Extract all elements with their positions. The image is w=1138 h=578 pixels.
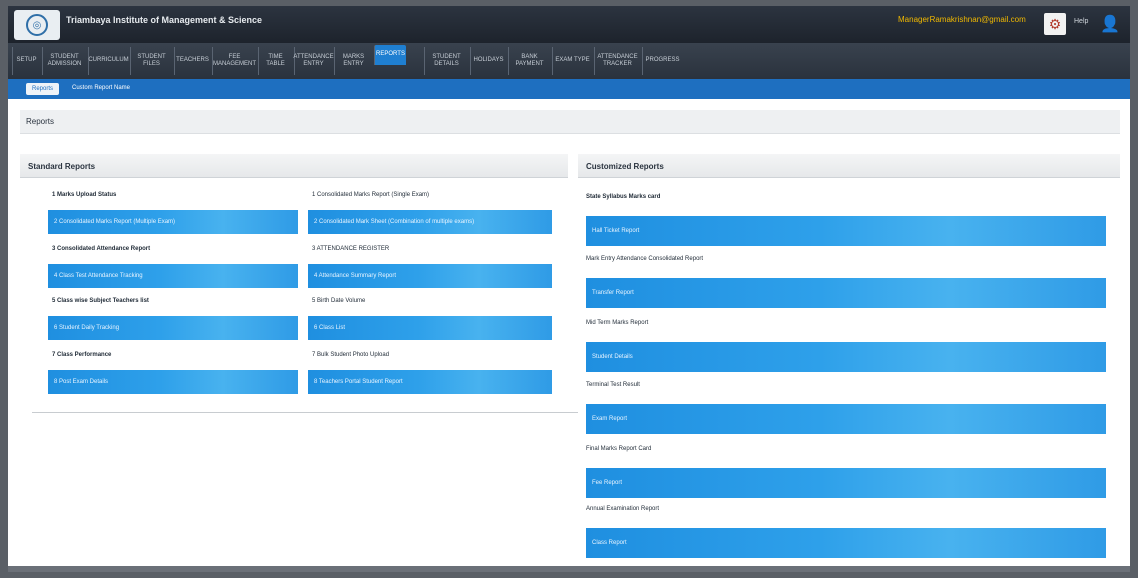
customized-report-button[interactable]: Transfer Report [586,278,1106,308]
sub-nav: Reports Custom Report Name [8,79,1130,99]
nav-tab-bank-payment[interactable]: BANK PAYMENT [508,47,550,75]
standard-report-label[interactable]: 3 Consolidated Attendance Report [52,246,150,252]
page-header: Reports [20,110,1120,134]
customized-report-button[interactable]: Student Details [586,342,1106,372]
nav-tab-progress[interactable]: PROGRESS [642,47,682,75]
customized-report-label[interactable]: Terminal Test Result [586,382,640,388]
standard-reports-header: Standard Reports [20,154,568,178]
customized-report-button[interactable]: Fee Report [586,468,1106,498]
standard-reports-divider [32,412,578,413]
standard-report-label[interactable]: 5 Birth Date Volume [312,298,365,304]
standard-report-button[interactable]: 6 Class List [308,316,552,340]
nav-tab-teachers[interactable]: TEACHERS [174,47,210,75]
standard-report-label[interactable]: 1 Consolidated Marks Report (Single Exam… [312,192,429,198]
custom-report-name-link[interactable]: Custom Report Name [72,85,130,91]
customized-report-label[interactable]: Mark Entry Attendance Consolidated Repor… [586,256,703,262]
standard-report-label[interactable]: 5 Class wise Subject Teachers list [52,298,149,304]
standard-report-button[interactable]: 8 Teachers Portal Student Report [308,370,552,394]
app-window: ◎ Triambaya Institute of Management & Sc… [8,6,1130,572]
standard-report-label[interactable]: 7 Bulk Student Photo Upload [312,352,389,358]
bottom-strip [8,566,1130,572]
nav-tab-marks-entry[interactable]: MARKS ENTRY [334,47,372,75]
nav-tab-attendance-entry[interactable]: ATTENDANCE ENTRY [293,47,334,75]
standard-report-button[interactable]: 4 Attendance Summary Report [308,264,552,288]
settings-gear-icon[interactable]: ⚙ [1044,13,1066,35]
standard-reports-title: Standard Reports [28,162,96,171]
standard-report-button[interactable]: 8 Post Exam Details [48,370,298,394]
nav-tab-fee-management[interactable]: FEE MANAGEMENT [212,47,256,75]
standard-report-label[interactable]: 1 Marks Upload Status [52,192,116,198]
logo-emblem-icon: ◎ [26,14,48,36]
customized-report-button[interactable]: Class Report [586,528,1106,558]
customized-report-label[interactable]: Final Marks Report Card [586,446,651,452]
standard-report-button[interactable]: 4 Class Test Attendance Tracking [48,264,298,288]
nav-tab-holidays[interactable]: HOLIDAYS [470,47,506,75]
customized-report-label[interactable]: Annual Examination Report [586,506,659,512]
page-title: Reports [26,117,55,126]
customized-report-label[interactable]: State Syllabus Marks card [586,194,660,200]
nav-tab-exam-type[interactable]: EXAM TYPE [552,47,592,75]
nav-tab-student-files[interactable]: STUDENT FILES [130,47,172,75]
reports-subtab[interactable]: Reports [26,83,60,95]
nav-tab-student-details[interactable]: STUDENT DETAILS [424,47,468,75]
standard-report-label[interactable]: 3 ATTENDANCE REGISTER [312,246,389,252]
user-email[interactable]: ManagerRamakrishnan@gmail.com [898,15,1026,24]
standard-report-button[interactable]: 2 Consolidated Marks Report (Multiple Ex… [48,210,298,234]
top-bar: ◎ Triambaya Institute of Management & Sc… [8,6,1130,43]
customized-report-button[interactable]: Hall Ticket Report [586,216,1106,246]
institute-name: Triambaya Institute of Management & Scie… [66,15,263,25]
help-link[interactable]: Help [1074,18,1088,25]
nav-tab-setup[interactable]: SETUP [12,47,40,75]
customized-report-button[interactable]: Exam Report [586,404,1106,434]
main-nav: SETUP STUDENT ADMISSION CURRICULUM STUDENT … [8,43,1130,79]
institute-logo[interactable]: ◎ [14,10,60,40]
standard-report-button[interactable]: 6 Student Daily Tracking [48,316,298,340]
standard-report-label[interactable]: 7 Class Performance [52,352,111,358]
user-profile-icon[interactable]: 👤 [1100,14,1120,36]
nav-tab-attendance-tracker[interactable]: ATTENDANCE TRACKER [594,47,640,75]
customized-reports-header: Customized Reports [578,154,1120,178]
customized-report-label[interactable]: Mid Term Marks Report [586,320,648,326]
customized-reports-title: Customized Reports [586,162,664,171]
nav-tab-curriculum[interactable]: CURRICULUM [88,47,129,75]
nav-tab-reports[interactable]: REPORTS [374,45,406,65]
standard-report-button[interactable]: 2 Consolidated Mark Sheet (Combination o… [308,210,552,234]
nav-tab-time-table[interactable]: TIME TABLE [258,47,292,75]
nav-tab-student-admission[interactable]: STUDENT ADMISSION [42,47,86,75]
